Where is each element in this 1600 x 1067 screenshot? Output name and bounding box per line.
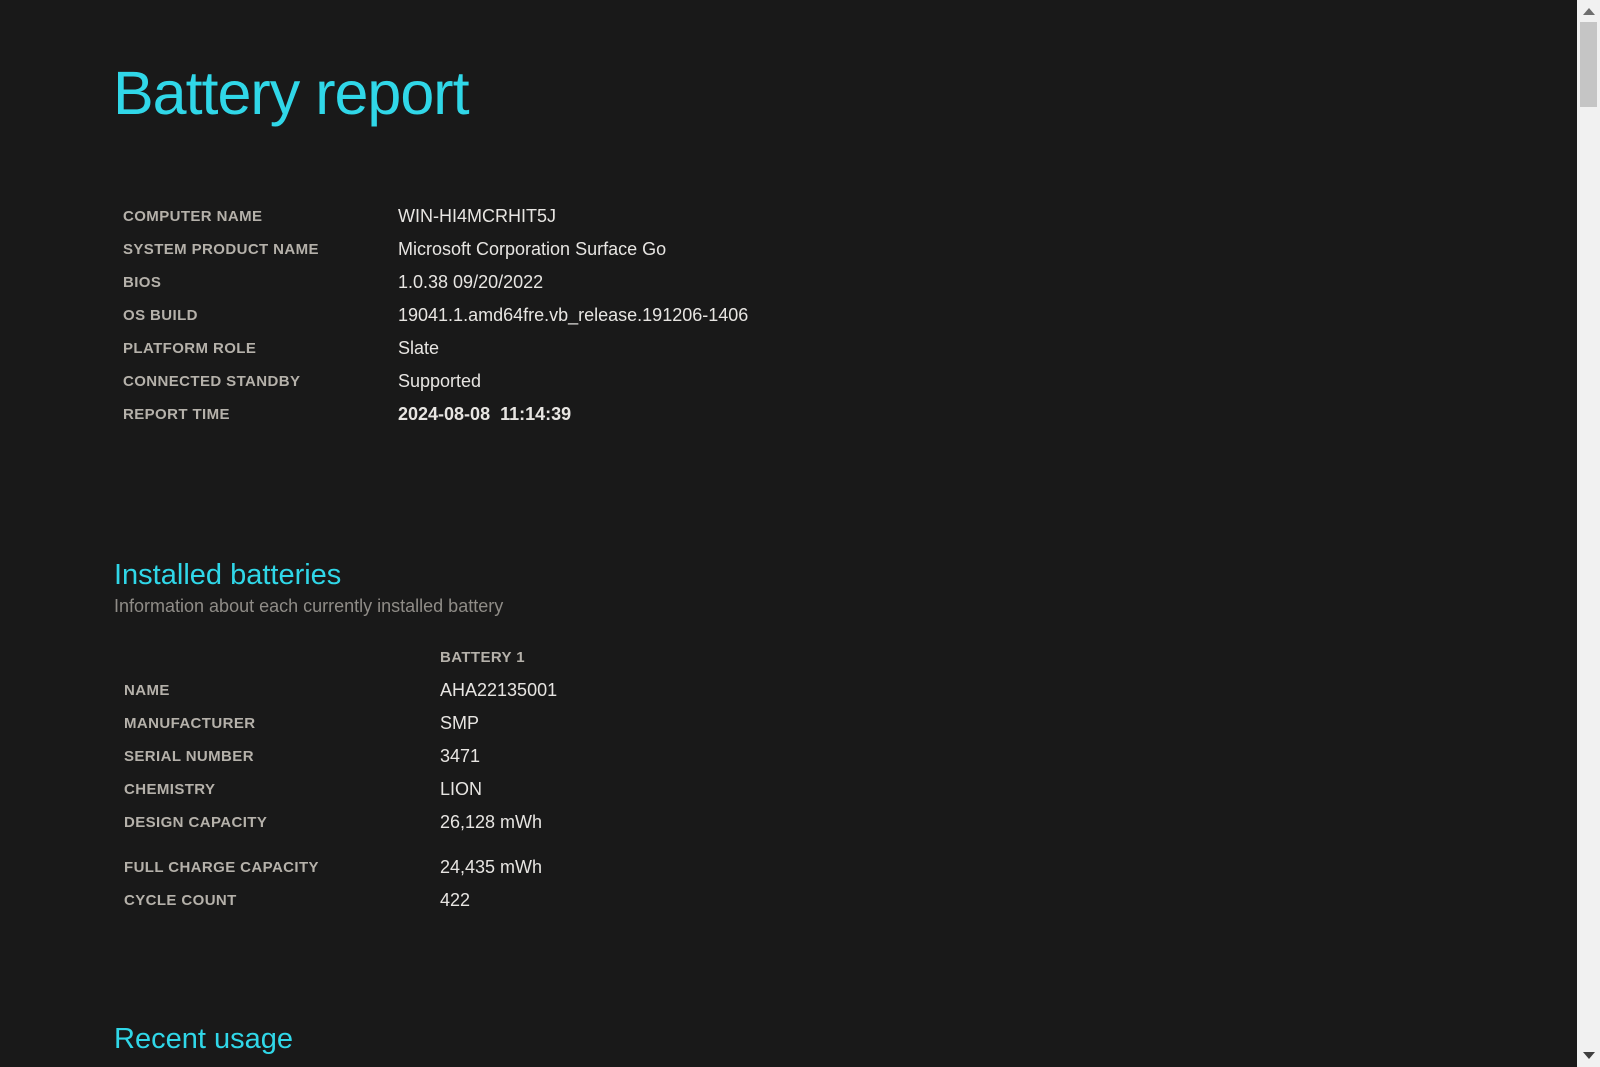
info-label: PLATFORM ROLE <box>123 340 257 357</box>
info-value: WIN-HI4MCRHIT5J <box>398 206 556 226</box>
page-title: Battery report <box>113 59 470 127</box>
info-label: CONNECTED STANDBY <box>123 373 301 390</box>
battery-value: LION <box>440 779 483 799</box>
section-heading-recent-usage: Recent usage <box>114 1023 293 1055</box>
battery-value: 26,128 mWh <box>440 812 543 832</box>
battery-label: NAME <box>124 682 170 699</box>
section-heading-installed-batteries: Installed batteries <box>114 559 342 591</box>
battery-report-content: Battery report COMPUTER NAME WIN-HI4MCRH… <box>113 0 1533 1057</box>
table-row: SERIAL NUMBER 3471 <box>113 740 1533 773</box>
table-row: CYCLE COUNT 422 <box>113 884 1533 917</box>
battery-label: DESIGN CAPACITY <box>124 814 268 831</box>
section-subtitle: Information about each currently install… <box>114 596 504 616</box>
battery-value: AHA22135001 <box>440 680 558 700</box>
table-row: CONNECTED STANDBY Supported <box>113 365 1533 398</box>
info-label: OS BUILD <box>123 307 198 324</box>
battery-value: 3471 <box>440 746 481 766</box>
table-row: BIOS 1.0.38 09/20/2022 <box>113 266 1533 299</box>
table-row: NAME AHA22135001 <box>113 674 1533 707</box>
info-label: SYSTEM PRODUCT NAME <box>123 241 319 258</box>
scrollbar-down-arrow-icon[interactable] <box>1582 1052 1595 1059</box>
battery-label: FULL CHARGE CAPACITY <box>124 859 319 876</box>
scrollbar-thumb[interactable] <box>1580 22 1597 107</box>
info-value: 19041.1.amd64fre.vb_release.191206-1406 <box>398 305 749 325</box>
battery-value: SMP <box>440 713 480 733</box>
battery-column-header: BATTERY 1 <box>440 649 526 666</box>
table-row: OS BUILD 19041.1.amd64fre.vb_release.191… <box>113 299 1533 332</box>
info-value: Microsoft Corporation Surface Go <box>398 239 667 259</box>
system-info-table: COMPUTER NAME WIN-HI4MCRHIT5J SYSTEM PRO… <box>113 200 1533 431</box>
battery-label: MANUFACTURER <box>124 715 256 732</box>
battery-value: 422 <box>440 890 471 910</box>
battery-label: SERIAL NUMBER <box>124 748 254 765</box>
table-row: COMPUTER NAME WIN-HI4MCRHIT5J <box>113 200 1533 233</box>
info-value: Slate <box>398 338 440 358</box>
table-row: DESIGN CAPACITY 26,128 mWh <box>113 806 1533 839</box>
report-time-value: 2024-08-08 11:14:39 <box>398 404 572 424</box>
info-label: COMPUTER NAME <box>123 208 263 225</box>
info-value: 1.0.38 09/20/2022 <box>398 272 544 292</box>
scrollbar-up-arrow-icon[interactable] <box>1582 8 1595 15</box>
table-row: MANUFACTURER SMP <box>113 707 1533 740</box>
installed-batteries-table: BATTERY 1 NAME AHA22135001 MANUFACTURER … <box>113 641 1533 917</box>
battery-label: CHEMISTRY <box>124 781 216 798</box>
table-row: CHEMISTRY LION <box>113 773 1533 806</box>
table-row: SYSTEM PRODUCT NAME Microsoft Corporatio… <box>113 233 1533 266</box>
info-label: REPORT TIME <box>123 406 230 423</box>
table-header-row: BATTERY 1 <box>113 641 1533 674</box>
table-row: PLATFORM ROLE Slate <box>113 332 1533 365</box>
table-row: FULL CHARGE CAPACITY 24,435 mWh <box>113 851 1533 884</box>
info-value: Supported <box>398 371 482 391</box>
info-label: BIOS <box>123 274 162 291</box>
battery-label: CYCLE COUNT <box>124 892 237 909</box>
vertical-scrollbar[interactable] <box>1577 0 1600 1067</box>
battery-value: 24,435 mWh <box>440 857 543 877</box>
table-row: REPORT TIME 2024-08-08 11:14:39 <box>113 398 1533 431</box>
